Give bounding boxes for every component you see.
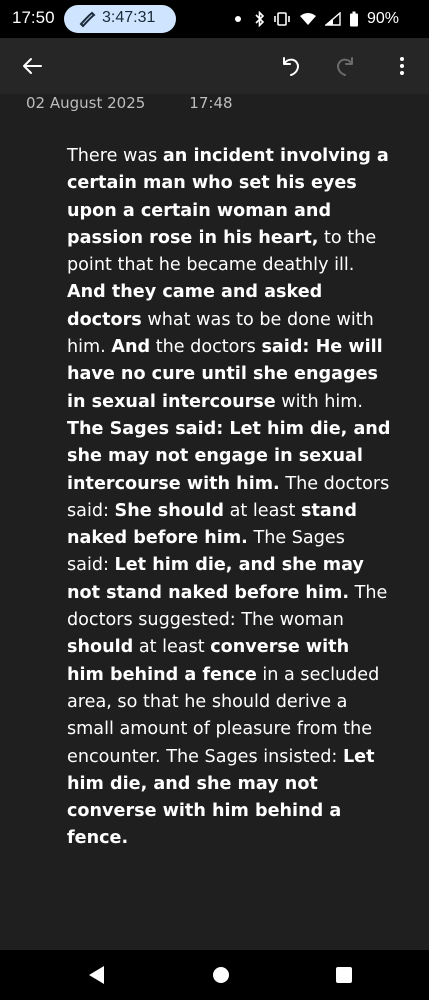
- vibrate-icon: [274, 12, 290, 26]
- phone-icon: [79, 11, 96, 28]
- note-toolbar: [0, 38, 429, 94]
- note-text-segment: at least: [224, 500, 302, 521]
- notification-dot-icon: [234, 16, 241, 22]
- back-button[interactable]: [16, 50, 48, 82]
- note-time: 17:48: [189, 94, 233, 112]
- note-text-segment: with him.: [275, 391, 363, 412]
- redo-button[interactable]: [329, 50, 361, 82]
- arrow-left-icon: [23, 58, 42, 74]
- battery-icon: [349, 11, 358, 27]
- wifi-icon: [299, 13, 316, 25]
- note-metadata: 02 August 2025 17:48: [26, 94, 233, 112]
- battery-percentage: 90%: [366, 10, 399, 27]
- status-bar: 17:50 3:47:31 90%: [0, 0, 429, 38]
- square-recents-icon[interactable]: [333, 964, 355, 986]
- undo-icon: [283, 57, 299, 76]
- system-navigation-bar: [0, 950, 429, 1000]
- circle-home-icon[interactable]: [210, 964, 232, 986]
- cell-signal-icon: [324, 12, 341, 26]
- note-bold-segment: And: [111, 337, 151, 358]
- undo-button[interactable]: [275, 50, 307, 82]
- ongoing-call-chip[interactable]: 3:47:31: [64, 5, 176, 33]
- triangle-back-icon[interactable]: [86, 964, 108, 986]
- note-date: 02 August 2025: [26, 94, 146, 112]
- redo-icon: [337, 57, 353, 76]
- more-vertical-icon: [400, 57, 404, 75]
- status-time: 17:50: [12, 8, 55, 27]
- note-bold-segment: She should: [114, 500, 225, 521]
- note-text-segment: There was: [67, 146, 163, 166]
- note-body[interactable]: There was an incident involving a certai…: [67, 143, 392, 853]
- call-timer: 3:47:31: [102, 9, 156, 26]
- note-bold-segment: should: [67, 637, 134, 658]
- status-icons: 90%: [234, 8, 399, 30]
- bluetooth-icon: [255, 11, 265, 27]
- note-text-segment: at least: [133, 637, 211, 658]
- more-options-button[interactable]: [386, 50, 418, 82]
- note-text-segment: the doctors: [150, 337, 262, 358]
